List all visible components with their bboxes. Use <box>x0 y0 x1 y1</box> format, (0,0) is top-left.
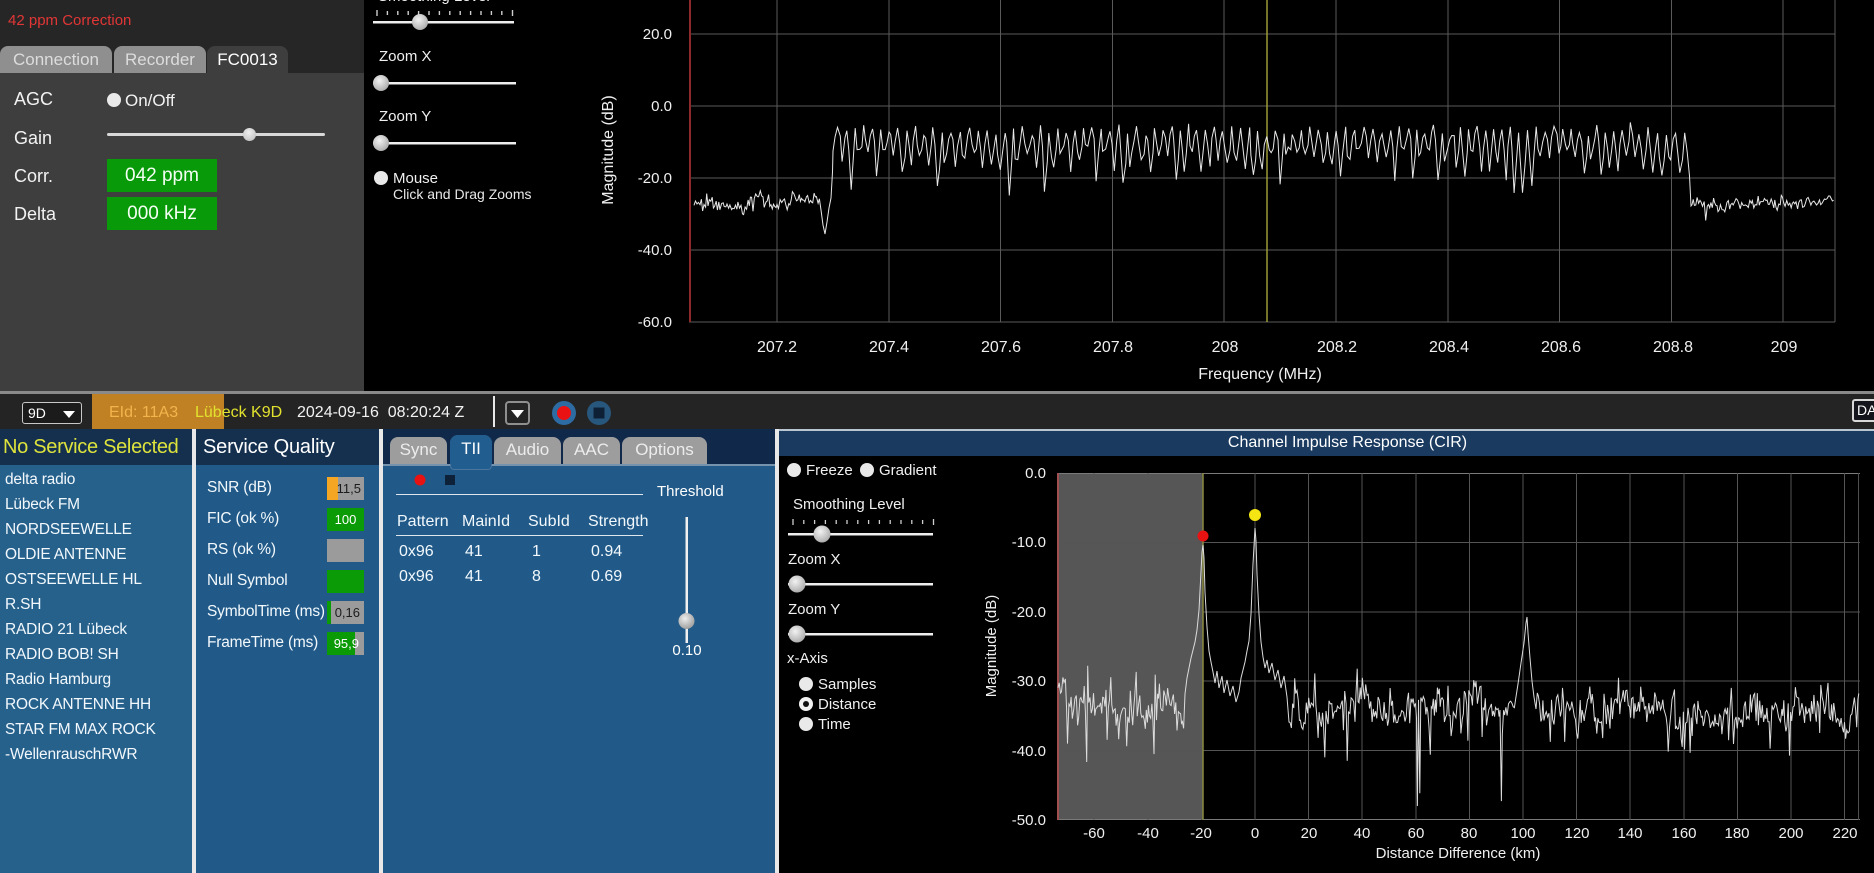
svg-text:Zoom X: Zoom X <box>379 48 432 65</box>
svg-text:Zoom Y: Zoom Y <box>788 601 840 618</box>
svg-text:Gradient: Gradient <box>879 462 937 479</box>
svg-text:Smoothing Level: Smoothing Level <box>793 496 905 513</box>
svg-text:Click and Drag Zooms: Click and Drag Zooms <box>393 186 532 202</box>
svg-text:Distance: Distance <box>818 696 876 713</box>
svg-text:Zoom X: Zoom X <box>788 551 841 568</box>
svg-text:Mouse: Mouse <box>393 170 438 187</box>
svg-text:Freeze: Freeze <box>806 462 853 479</box>
svg-text:Samples: Samples <box>818 676 876 693</box>
svg-text:x-Axis: x-Axis <box>787 650 828 667</box>
svg-text:Time: Time <box>818 716 851 733</box>
svg-text:Zoom Y: Zoom Y <box>379 108 431 125</box>
